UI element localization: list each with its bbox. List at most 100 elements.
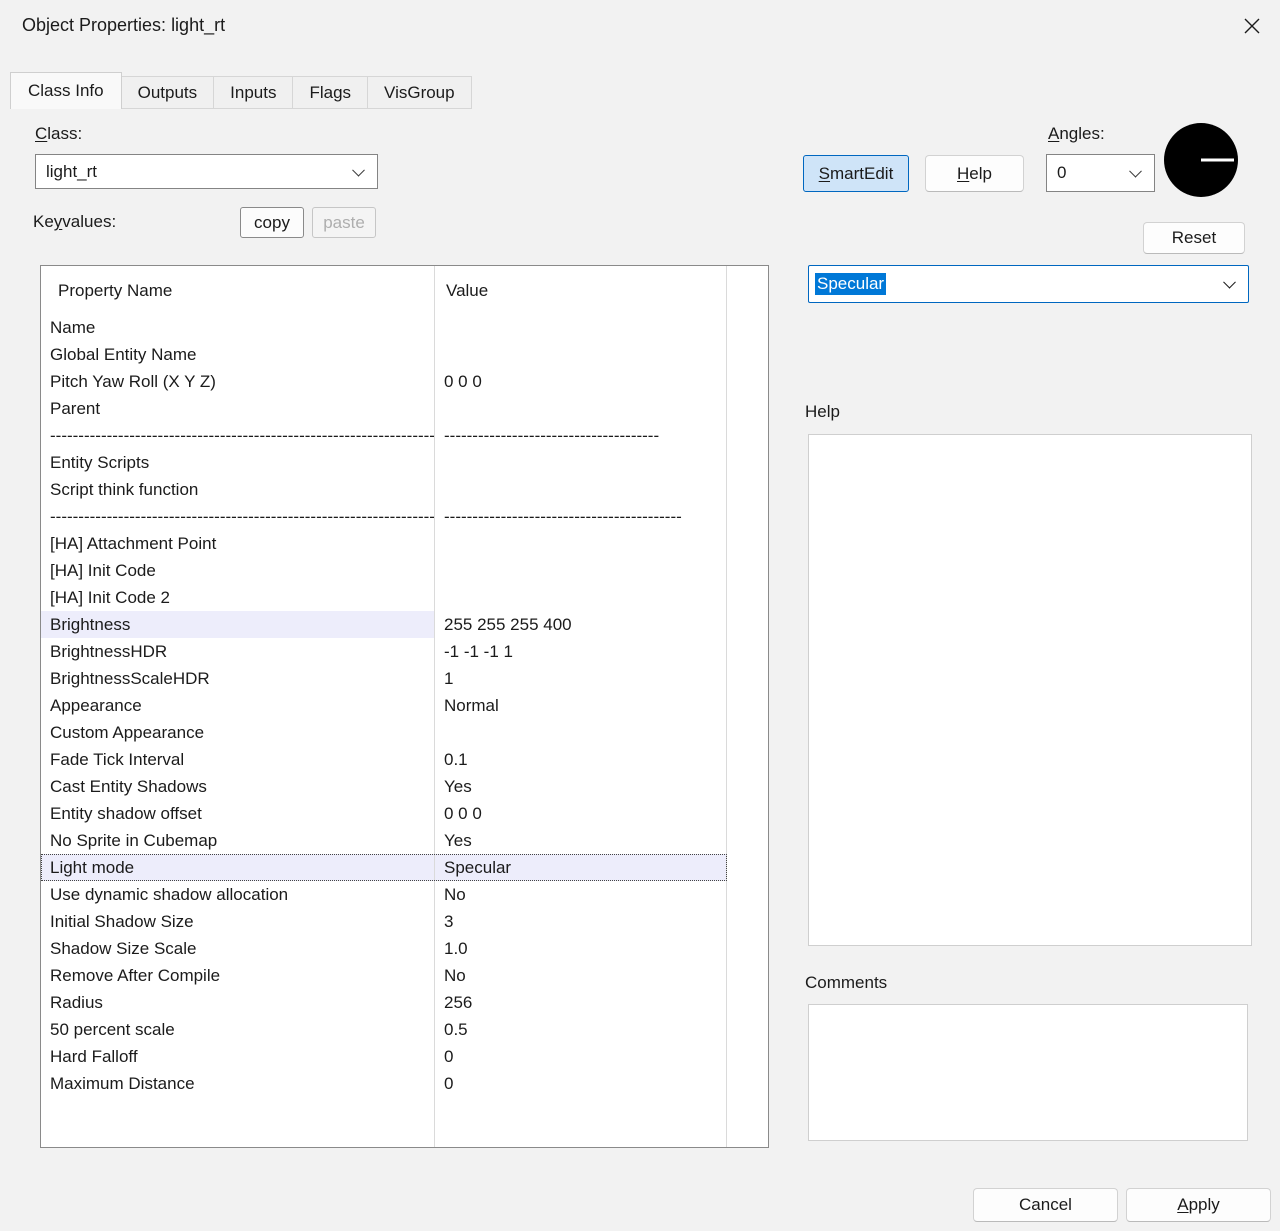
value-dropdown[interactable]: Specular bbox=[808, 265, 1249, 303]
property-value-cell: 0 bbox=[434, 1070, 726, 1097]
property-value-cell bbox=[434, 719, 726, 746]
property-name-cell: Maximum Distance bbox=[41, 1070, 434, 1097]
table-row[interactable]: Pitch Yaw Roll (X Y Z)0 0 0 bbox=[41, 368, 768, 395]
property-name-cell: 50 percent scale bbox=[41, 1016, 434, 1043]
property-value-cell bbox=[434, 314, 726, 341]
property-name-cell: Appearance bbox=[41, 692, 434, 719]
table-row[interactable]: [HA] Init Code 2 bbox=[41, 584, 768, 611]
tab-class-info[interactable]: Class Info bbox=[10, 72, 122, 109]
property-name-cell: Pitch Yaw Roll (X Y Z) bbox=[41, 368, 434, 395]
property-value-cell: -1 -1 -1 1 bbox=[434, 638, 726, 665]
table-row[interactable]: Name bbox=[41, 314, 768, 341]
property-name-cell: Script think function bbox=[41, 476, 434, 503]
table-row[interactable]: Shadow Size Scale1.0 bbox=[41, 935, 768, 962]
property-value-cell bbox=[434, 476, 726, 503]
table-row[interactable]: Initial Shadow Size3 bbox=[41, 908, 768, 935]
tab-inputs[interactable]: Inputs bbox=[213, 76, 293, 109]
comments-section-label: Comments bbox=[805, 973, 887, 993]
chevron-down-icon bbox=[352, 163, 365, 176]
help-button[interactable]: Help bbox=[925, 155, 1024, 192]
table-row[interactable]: No Sprite in CubemapYes bbox=[41, 827, 768, 854]
property-value-cell bbox=[434, 395, 726, 422]
property-value-cell: 0 0 0 bbox=[434, 800, 726, 827]
angle-dial[interactable] bbox=[1164, 123, 1238, 197]
smartedit-button[interactable]: SmartEdit bbox=[803, 155, 909, 192]
chevron-down-icon bbox=[1129, 165, 1142, 178]
property-name-cell: [HA] Attachment Point bbox=[41, 530, 434, 557]
class-dropdown-value: light_rt bbox=[46, 162, 97, 182]
tab-outputs[interactable]: Outputs bbox=[121, 76, 215, 109]
property-name-cell: ----------------------------------------… bbox=[41, 422, 434, 449]
property-value-cell bbox=[434, 584, 726, 611]
table-row[interactable]: Light modeSpecular bbox=[41, 854, 768, 881]
property-name-cell: Parent bbox=[41, 395, 434, 422]
table-row[interactable]: [HA] Attachment Point bbox=[41, 530, 768, 557]
cancel-button[interactable]: Cancel bbox=[973, 1188, 1118, 1222]
property-name-cell: Name bbox=[41, 314, 434, 341]
property-value-cell: No bbox=[434, 881, 726, 908]
property-value-cell bbox=[434, 449, 726, 476]
table-divider-row: ----------------------------------------… bbox=[41, 503, 768, 530]
tab-strip: Class InfoOutputsInputsFlagsVisGroup bbox=[10, 72, 472, 109]
table-row[interactable]: AppearanceNormal bbox=[41, 692, 768, 719]
property-name-cell: [HA] Init Code bbox=[41, 557, 434, 584]
tab-visgroup[interactable]: VisGroup bbox=[367, 76, 472, 109]
tab-flags[interactable]: Flags bbox=[292, 76, 368, 109]
class-dropdown[interactable]: light_rt bbox=[35, 154, 378, 189]
keyvalues-label: Keyvalues: bbox=[33, 212, 116, 232]
angles-dropdown[interactable]: 0 bbox=[1046, 154, 1155, 192]
window-title: Object Properties: light_rt bbox=[22, 15, 225, 36]
table-row[interactable]: Hard Falloff0 bbox=[41, 1043, 768, 1070]
table-row[interactable]: Use dynamic shadow allocationNo bbox=[41, 881, 768, 908]
table-row[interactable]: Fade Tick Interval0.1 bbox=[41, 746, 768, 773]
close-icon[interactable] bbox=[1236, 11, 1268, 41]
table-row[interactable]: Brightness255 255 255 400 bbox=[41, 611, 768, 638]
copy-button[interactable]: copy bbox=[240, 207, 304, 238]
property-table: Property Name Value NameGlobal Entity Na… bbox=[40, 265, 769, 1148]
property-value-cell: 0.5 bbox=[434, 1016, 726, 1043]
table-row[interactable]: Maximum Distance0 bbox=[41, 1070, 768, 1097]
property-value-cell: 0 0 0 bbox=[434, 368, 726, 395]
table-row[interactable]: [HA] Init Code bbox=[41, 557, 768, 584]
property-value-cell: Normal bbox=[434, 692, 726, 719]
table-row[interactable]: 50 percent scale0.5 bbox=[41, 1016, 768, 1043]
class-label: Class: bbox=[35, 124, 82, 144]
property-name-cell: Use dynamic shadow allocation bbox=[41, 881, 434, 908]
table-row[interactable]: Global Entity Name bbox=[41, 341, 768, 368]
property-value-cell: 3 bbox=[434, 908, 726, 935]
property-value-cell bbox=[434, 557, 726, 584]
table-row[interactable]: Entity shadow offset0 0 0 bbox=[41, 800, 768, 827]
table-row[interactable]: Parent bbox=[41, 395, 768, 422]
table-row[interactable]: BrightnessHDR-1 -1 -1 1 bbox=[41, 638, 768, 665]
property-name-cell: BrightnessScaleHDR bbox=[41, 665, 434, 692]
comments-input[interactable] bbox=[808, 1004, 1248, 1141]
property-name-cell: [HA] Init Code 2 bbox=[41, 584, 434, 611]
table-row[interactable]: Entity Scripts bbox=[41, 449, 768, 476]
property-value-cell: Yes bbox=[434, 827, 726, 854]
chevron-down-icon bbox=[1223, 276, 1236, 289]
table-row[interactable]: Cast Entity ShadowsYes bbox=[41, 773, 768, 800]
property-value-cell: 255 255 255 400 bbox=[434, 611, 726, 638]
column-divider bbox=[726, 266, 727, 1147]
table-row[interactable]: Custom Appearance bbox=[41, 719, 768, 746]
value-header: Value bbox=[446, 281, 488, 301]
property-name-cell: Remove After Compile bbox=[41, 962, 434, 989]
table-row[interactable]: Radius256 bbox=[41, 989, 768, 1016]
table-row[interactable]: BrightnessScaleHDR1 bbox=[41, 665, 768, 692]
table-divider-row: ----------------------------------------… bbox=[41, 422, 768, 449]
property-table-header: Property Name Value bbox=[41, 266, 768, 314]
table-row[interactable]: Remove After CompileNo bbox=[41, 962, 768, 989]
property-value-cell: No bbox=[434, 962, 726, 989]
help-content-box bbox=[808, 434, 1252, 946]
property-value-cell: ----------------------------------------… bbox=[434, 503, 726, 530]
table-row[interactable]: Script think function bbox=[41, 476, 768, 503]
property-name-cell: Fade Tick Interval bbox=[41, 746, 434, 773]
reset-button[interactable]: Reset bbox=[1143, 222, 1245, 254]
property-name-cell: Shadow Size Scale bbox=[41, 935, 434, 962]
property-name-cell: ----------------------------------------… bbox=[41, 503, 434, 530]
apply-button[interactable]: Apply bbox=[1126, 1188, 1271, 1222]
help-section-label: Help bbox=[805, 402, 840, 422]
property-value-cell bbox=[434, 341, 726, 368]
angles-dropdown-value: 0 bbox=[1057, 163, 1066, 183]
property-value-cell: Yes bbox=[434, 773, 726, 800]
